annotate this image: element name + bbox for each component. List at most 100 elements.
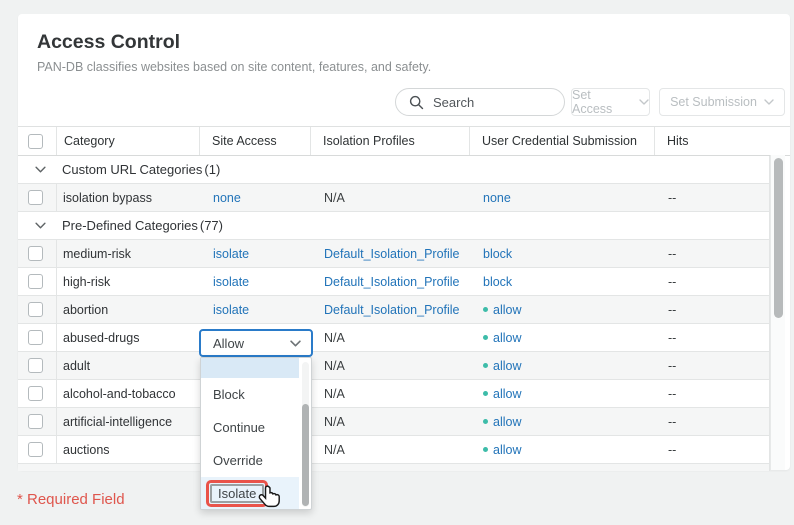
table-scrollbar-thumb[interactable] xyxy=(774,158,783,318)
credential-value[interactable]: none xyxy=(483,191,511,205)
select-all-checkbox[interactable] xyxy=(28,134,43,149)
column-header-site-access: Site Access xyxy=(200,127,311,155)
site-access-cell: isolate xyxy=(200,268,311,295)
credential-cell: block xyxy=(470,240,655,267)
site-access-value[interactable]: isolate xyxy=(213,303,249,317)
row-checkbox[interactable] xyxy=(28,274,43,289)
isolation-profile-value: N/A xyxy=(324,443,345,457)
chevron-down-icon xyxy=(639,99,649,105)
column-header-hits: Hits xyxy=(655,127,790,155)
credential-value[interactable]: block xyxy=(483,247,512,261)
allow-dot-icon xyxy=(483,419,488,424)
credential-value[interactable]: allow xyxy=(493,331,522,345)
dropdown-option-allow[interactable]: Allow xyxy=(201,358,299,378)
checkbox-cell xyxy=(18,408,57,435)
hits-cell: -- xyxy=(655,324,769,351)
table-row: alcohol-and-tobaccoN/Aallow-- xyxy=(18,380,769,408)
checkbox-cell xyxy=(18,352,57,379)
row-checkbox[interactable] xyxy=(28,358,43,373)
site-access-value[interactable]: none xyxy=(213,191,241,205)
isolation-profile-cell: Default_Isolation_Profile xyxy=(311,240,470,267)
credential-cell: none xyxy=(470,184,655,211)
hits-cell: -- xyxy=(655,268,769,295)
set-submission-button[interactable]: Set Submission xyxy=(659,88,785,116)
site-access-select[interactable]: Allow xyxy=(199,329,313,357)
table-row: auctionsN/Aallow-- xyxy=(18,436,769,464)
table-row: high-risk isolate Default_Isolation_Profil… xyxy=(18,268,769,296)
credential-value[interactable]: allow xyxy=(493,359,522,373)
category-cell: abused-drugs xyxy=(57,324,200,351)
category-cell: artificial-intelligence xyxy=(57,408,200,435)
site-access-cell: isolate xyxy=(200,296,311,323)
row-checkbox[interactable] xyxy=(28,302,43,317)
group-count: (77) xyxy=(200,218,223,233)
chevron-down-icon xyxy=(290,340,301,347)
isolation-profile-value: N/A xyxy=(324,331,345,345)
category-cell: adult xyxy=(57,352,200,379)
checkbox-cell xyxy=(18,324,57,351)
dropdown-option-override[interactable]: Override xyxy=(201,444,299,477)
chevron-down-icon[interactable] xyxy=(35,222,46,229)
dropdown-scrollbar-thumb[interactable] xyxy=(302,404,309,506)
isolation-profile-cell: N/A xyxy=(311,352,470,379)
isolation-profile-value[interactable]: Default_Isolation_Profile xyxy=(324,303,460,317)
table-row: medium-risk isolate Default_Isolation_Prof… xyxy=(18,240,769,268)
chevron-down-icon[interactable] xyxy=(35,166,46,173)
credential-value[interactable]: allow xyxy=(493,443,522,457)
category-cell: alcohol-and-tobacco xyxy=(57,380,200,407)
hits-cell: -- xyxy=(655,408,769,435)
group-row: Custom URL Categories(1) xyxy=(18,156,769,184)
page-title: Access Control xyxy=(37,31,180,54)
table-row: abused-drugs N/A allow -- xyxy=(18,324,769,352)
table-scrollbar xyxy=(770,155,785,470)
category-cell: high-risk xyxy=(57,268,200,295)
site-access-value[interactable]: isolate xyxy=(213,275,249,289)
credential-cell: allow xyxy=(470,324,655,351)
checkbox-cell xyxy=(18,240,57,267)
table-body: Custom URL Categories(1)isolation bypass… xyxy=(18,156,770,464)
row-checkbox[interactable] xyxy=(28,414,43,429)
set-access-button[interactable]: Set Access xyxy=(571,88,650,116)
dropdown-option-continue[interactable]: Continue xyxy=(201,411,299,444)
column-header-isolation-profiles: Isolation Profiles xyxy=(311,127,470,155)
dropdown-option-isolate[interactable]: Isolate xyxy=(201,477,299,509)
chevron-down-icon xyxy=(764,99,774,105)
checkbox-cell xyxy=(18,436,57,463)
search-input[interactable] xyxy=(433,95,543,110)
isolation-profile-cell: N/A xyxy=(311,184,470,211)
table-header-row: Category Site Access Isolation Profiles … xyxy=(18,127,790,156)
set-access-label: Set Access xyxy=(572,88,632,116)
isolation-profile-value[interactable]: Default_Isolation_Profile xyxy=(324,275,460,289)
row-checkbox[interactable] xyxy=(28,246,43,261)
hits-cell: -- xyxy=(655,436,769,463)
page-subtitle: PAN-DB classifies websites based on site… xyxy=(37,60,431,74)
credential-cell: allow xyxy=(470,296,655,323)
column-header-category: Category xyxy=(57,127,200,155)
credential-value[interactable]: allow xyxy=(493,415,522,429)
group-label: Pre-Defined Categories xyxy=(62,218,198,233)
dropdown-option-block[interactable]: Block xyxy=(201,378,299,411)
row-checkbox[interactable] xyxy=(28,442,43,457)
access-control-card: Access Control PAN-DB classifies website… xyxy=(18,14,790,470)
isolation-profile-value: N/A xyxy=(324,191,345,205)
credential-value[interactable]: allow xyxy=(493,303,522,317)
row-checkbox[interactable] xyxy=(28,330,43,345)
row-checkbox[interactable] xyxy=(28,386,43,401)
allow-dot-icon xyxy=(483,363,488,368)
site-access-value[interactable]: isolate xyxy=(213,247,249,261)
credential-cell: block xyxy=(470,268,655,295)
isolation-profile-value: N/A xyxy=(324,415,345,429)
isolation-profile-cell: Default_Isolation_Profile xyxy=(311,268,470,295)
credential-value[interactable]: block xyxy=(483,275,512,289)
credential-cell: allow xyxy=(470,352,655,379)
credential-value[interactable]: allow xyxy=(493,387,522,401)
category-cell: medium-risk xyxy=(57,240,200,267)
hits-cell: -- xyxy=(655,184,769,211)
dropdown-option-label: Block xyxy=(213,387,245,402)
table-row: abortionisolateDefault_Isolation_Profile… xyxy=(18,296,769,324)
isolation-profile-cell: Default_Isolation_Profile xyxy=(311,296,470,323)
categories-table: Category Site Access Isolation Profiles … xyxy=(18,126,790,471)
table-row: adultN/Aallow-- xyxy=(18,352,769,380)
isolation-profile-value[interactable]: Default_Isolation_Profile xyxy=(324,247,460,261)
row-checkbox[interactable] xyxy=(28,190,43,205)
